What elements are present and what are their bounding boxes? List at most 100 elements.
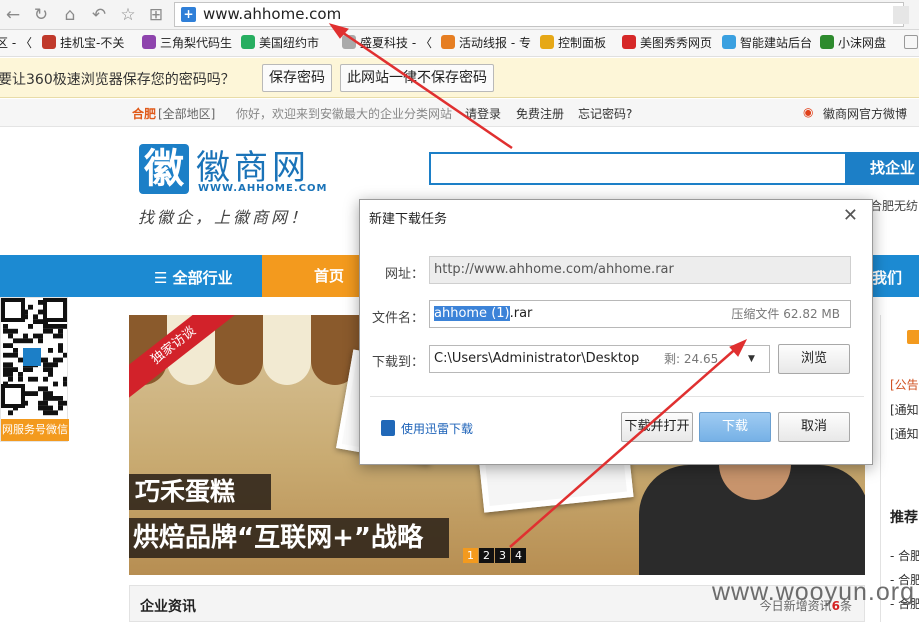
news-section-title: 企业资讯 bbox=[140, 599, 196, 615]
cloud-icon bbox=[722, 35, 736, 49]
welcome-text: 你好，欢迎来到安徽最大的企业分类网站 bbox=[236, 107, 453, 121]
hot-search-word[interactable]: 合肥无纺 bbox=[870, 197, 918, 214]
bookmark-label: 盛夏科技 - 〈 bbox=[360, 36, 432, 50]
saveto-label: 下载到： bbox=[371, 355, 424, 370]
bookmark-item[interactable]: 挂机宝-不关 bbox=[42, 35, 124, 52]
bookmark-item[interactable]: 盛夏科技 - 〈 bbox=[342, 35, 432, 52]
save-password-button[interactable]: 保存密码 bbox=[262, 64, 332, 92]
bookmarks-bar: 区 - 〈 挂机宝-不关 三角梨代码生 美国纽约市 盛夏科技 - 〈 活动线报 - 专 控制… bbox=[0, 30, 919, 57]
site-logo-name[interactable]: 徽商网 bbox=[196, 140, 310, 189]
qr-label: 网服务号微信 bbox=[1, 419, 69, 441]
nav-about[interactable]: 我们 bbox=[872, 267, 902, 288]
favorite-star-icon[interactable]: ☆ bbox=[117, 4, 139, 26]
use-thunder-link[interactable]: 使用迅雷下载 bbox=[401, 420, 473, 437]
forgot-password-link[interactable]: 忘记密码? bbox=[578, 105, 632, 122]
address-url[interactable]: www.ahhome.com bbox=[203, 5, 341, 23]
flower-icon bbox=[142, 35, 156, 49]
banner-pager-dot[interactable]: 1 bbox=[463, 548, 478, 563]
banner-pager-dot[interactable]: 2 bbox=[479, 548, 494, 563]
qr-finder-pattern bbox=[1, 298, 25, 322]
meitu-icon bbox=[622, 35, 636, 49]
apps-grid-icon[interactable]: ⊞ bbox=[145, 4, 167, 26]
site-logo-icon[interactable]: 徽 bbox=[139, 144, 189, 194]
find-company-button[interactable]: 找企业 bbox=[846, 152, 919, 185]
bookmark-item[interactable]: 活动线报 - 专 bbox=[441, 35, 531, 52]
qr-finder-pattern bbox=[43, 298, 67, 322]
globe-icon bbox=[241, 35, 255, 49]
back-icon[interactable]: ← bbox=[2, 4, 24, 26]
new-download-dialog: 新建下载任务 ✕ 网址： http://www.ahhome.com/ahhom… bbox=[359, 199, 873, 465]
saveto-path-field[interactable]: C:\Users\Administrator\Desktop 剩: 24.65 … bbox=[429, 345, 735, 373]
recommend-item[interactable]: - 合肥 bbox=[890, 547, 919, 564]
save-password-message: 要让360极速浏览器保存您的密码吗？ bbox=[0, 72, 235, 88]
qr-finder-pattern bbox=[1, 384, 25, 408]
download-and-open-button[interactable]: 下载并打开 bbox=[621, 412, 693, 442]
notice-item[interactable]: [通知 bbox=[890, 425, 919, 442]
switch-region-link[interactable]: [全部地区] bbox=[158, 105, 215, 122]
close-icon[interactable]: ✕ bbox=[843, 205, 858, 226]
save-password-bar: 要让360极速浏览器保存您的密码吗？ 保存密码 此网站一律不保存密码 bbox=[0, 58, 919, 98]
browser-toolbar: ← ↻ ⌂ ↶ ☆ ⊞ + www.ahhome.com bbox=[0, 0, 919, 30]
url-field: http://www.ahhome.com/ahhome.rar bbox=[429, 256, 851, 284]
awning-stripe bbox=[215, 315, 263, 385]
address-bar[interactable]: + www.ahhome.com bbox=[174, 2, 909, 27]
bookmark-item[interactable]: 小沫网盘 bbox=[820, 35, 886, 52]
site-top-strip: 合肥 [全部地区] 你好，欢迎来到安徽最大的企业分类网站 请登录 免费注册 忘记… bbox=[0, 99, 919, 127]
never-save-password-button[interactable]: 此网站一律不保存密码 bbox=[340, 64, 494, 92]
bookmark-item[interactable]: 控制面板 bbox=[540, 35, 606, 52]
home-icon[interactable]: ⌂ bbox=[59, 4, 81, 26]
bookmark-label: 挂机宝-不关 bbox=[60, 36, 125, 50]
awning-stripe bbox=[263, 315, 311, 385]
undo-icon[interactable]: ↶ bbox=[88, 4, 110, 26]
download-button[interactable]: 下载 bbox=[699, 412, 771, 442]
watermark: www.wooyun.org bbox=[712, 578, 915, 606]
banner-pager-dot[interactable]: 3 bbox=[495, 548, 510, 563]
address-bar-end bbox=[893, 6, 909, 24]
thunder-icon bbox=[381, 420, 395, 436]
chevron-down-icon[interactable]: ▼ bbox=[734, 345, 770, 373]
g-logo-icon bbox=[42, 35, 56, 49]
bookmark-label: 活动线报 - 专 bbox=[459, 36, 531, 50]
notice-heading[interactable]: [公告 bbox=[890, 376, 919, 393]
filename-extension: .rar bbox=[509, 306, 533, 321]
bookmark-label: 区 - 〈 bbox=[0, 36, 32, 50]
browse-button[interactable]: 浏览 bbox=[778, 344, 850, 374]
qr-center-logo bbox=[23, 348, 41, 366]
qr-code-image bbox=[1, 298, 67, 416]
banner-title: 巧禾蛋糕 bbox=[129, 474, 272, 510]
weibo-icon: ◉ bbox=[803, 105, 814, 119]
right-sidebar: [公告 [通知 [通知 推荐 - 合肥 - 合肥 - 合肥 bbox=[880, 315, 919, 622]
file-type-size: 压缩文件 62.82 MB bbox=[731, 307, 840, 321]
nav-all-industries[interactable]: ☰ 全部行业 bbox=[154, 267, 233, 288]
bookmark-item[interactable]: 美国纽约市 bbox=[241, 35, 319, 52]
site-search-input[interactable] bbox=[429, 152, 847, 185]
bookmark-item[interactable]: 三角梨代码生 bbox=[142, 35, 232, 52]
page-icon bbox=[342, 35, 356, 49]
login-link[interactable]: 请登录 bbox=[465, 105, 501, 122]
bookmark-item[interactable]: 区 - 〈 bbox=[0, 35, 32, 52]
filename-selected-text: ahhome (1) bbox=[434, 306, 510, 321]
bookmark-item[interactable]: 美图秀秀网页 bbox=[622, 35, 712, 52]
panel-icon bbox=[540, 35, 554, 49]
recommend-heading: 推荐 bbox=[890, 510, 918, 526]
weibo-link[interactable]: 徽商网官方微博 bbox=[823, 105, 907, 122]
cancel-button[interactable]: 取消 bbox=[778, 412, 850, 442]
current-city: 合肥 bbox=[132, 107, 157, 121]
register-link[interactable]: 免费注册 bbox=[516, 105, 564, 122]
bookmark-label: 智能建站后台 bbox=[740, 36, 813, 50]
bookmark-item[interactable]: 智能建站后台 bbox=[722, 35, 812, 52]
url-label: 网址： bbox=[384, 267, 424, 282]
bookmark-label: 小沫网盘 bbox=[838, 36, 887, 50]
site-shield-icon: + bbox=[181, 7, 196, 22]
wechat-qr-panel: 网服务号微信 bbox=[0, 297, 69, 442]
banner-pager-dot[interactable]: 4 bbox=[511, 548, 526, 563]
bookmark-label: 美国纽约市 bbox=[259, 36, 320, 50]
dialog-title: 新建下载任务 bbox=[369, 212, 448, 227]
refresh-icon[interactable]: ↻ bbox=[30, 4, 52, 26]
z-logo-icon bbox=[441, 35, 455, 49]
bookmark-overflow-icon[interactable] bbox=[904, 35, 918, 49]
free-space: 剩: 24.65 GB bbox=[664, 352, 719, 366]
filename-field[interactable]: ahhome (1).rar 压缩文件 62.82 MB bbox=[429, 300, 851, 328]
banner-pager: 1234 bbox=[463, 548, 527, 563]
notice-item[interactable]: [通知 bbox=[890, 401, 919, 418]
